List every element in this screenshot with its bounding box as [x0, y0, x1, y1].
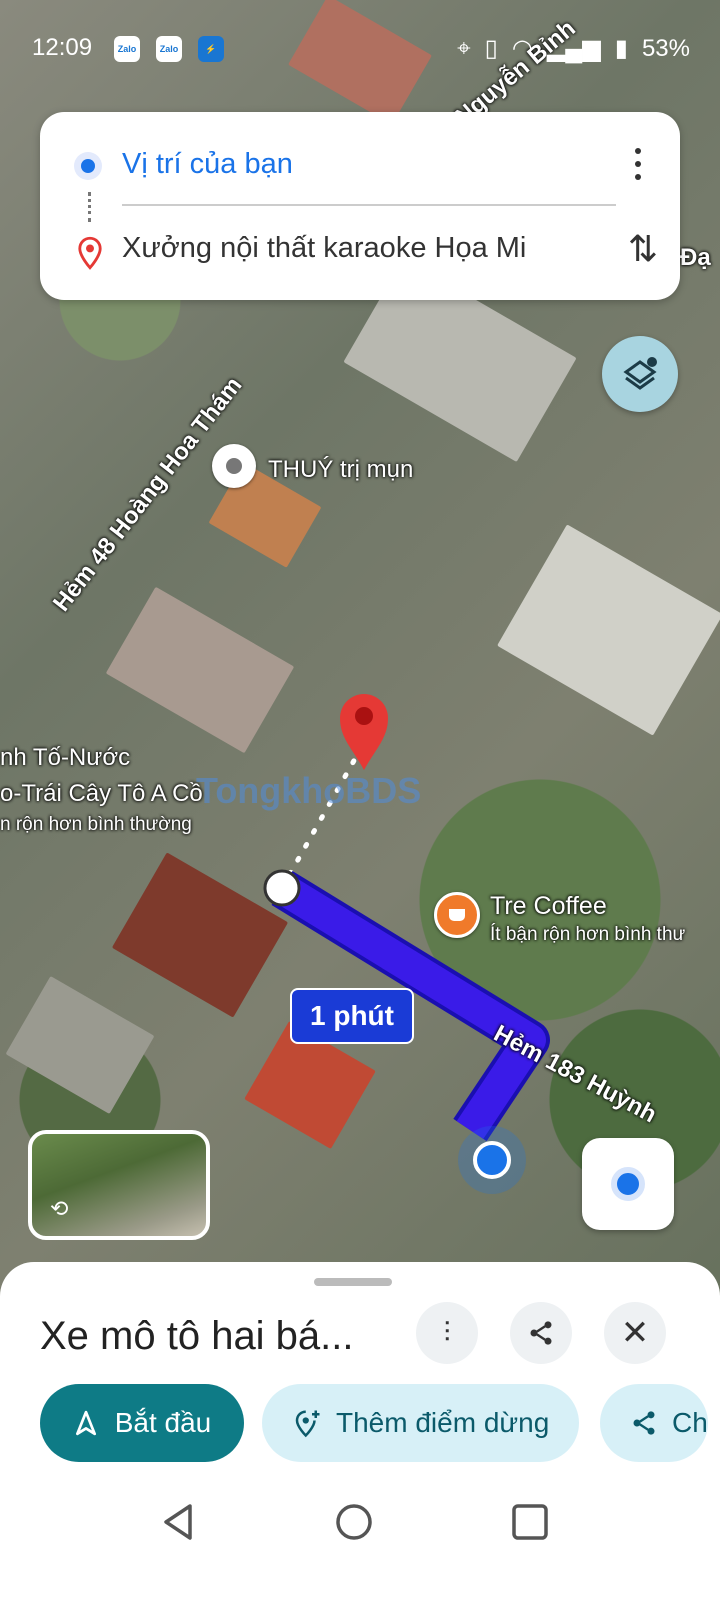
battery-percent: 53% [641, 34, 690, 62]
poi-label[interactable]: o-Trái Cây Tô A Cồ [0, 780, 203, 808]
home-button[interactable] [332, 1500, 376, 1544]
layers-icon [623, 357, 657, 390]
share-icon [530, 1321, 552, 1345]
poi-label[interactable]: nh Tố-Nước [0, 744, 130, 772]
rotate-360-icon: ⟲ [50, 1196, 69, 1221]
add-stop-button[interactable]: Thêm điểm dừng [262, 1384, 580, 1462]
layers-button[interactable] [602, 336, 678, 412]
origin-field[interactable]: Vị trí của bạn [122, 148, 293, 181]
poi-label[interactable]: THUÝ trị mụn [268, 456, 413, 484]
home-circle-icon [336, 1504, 372, 1540]
origin-dot-icon [74, 152, 102, 180]
street-view-thumbnail[interactable]: ⟲ [28, 1130, 210, 1240]
status-icons: ⌖ ▯ ◠ ▂▄▆ ▮ 53% [457, 34, 690, 63]
share-icon [633, 1411, 655, 1435]
destination-pin-center [355, 707, 373, 725]
route-options-button[interactable]: ⫶ [416, 1302, 478, 1364]
start-navigation-button[interactable]: Bắt đầu [40, 1384, 244, 1462]
street-label: Đạ [680, 244, 711, 271]
swap-icon[interactable]: ⇅ [628, 228, 658, 270]
drag-handle[interactable] [314, 1278, 392, 1286]
poi-pin-icon[interactable] [212, 444, 256, 488]
divider [122, 204, 616, 206]
destination-pin-icon [78, 236, 102, 270]
destination-pin-icon[interactable] [340, 694, 388, 770]
my-location-button[interactable] [582, 1138, 674, 1230]
add-location-icon [295, 1410, 320, 1438]
zalo-notification-icon: Zalo [156, 36, 182, 62]
poi-label[interactable]: Tre Coffee [490, 892, 607, 921]
recents-button[interactable] [508, 1500, 552, 1544]
recents-square-icon [512, 1504, 548, 1540]
share-route-button[interactable]: Ch [600, 1384, 708, 1462]
add-stop-label: Thêm điểm dừng [336, 1407, 550, 1438]
signal-icon: ▂▄▆ [546, 35, 601, 62]
location-icon: ⌖ [457, 34, 471, 62]
battery-icon: ▮ [614, 35, 628, 62]
tune-icon: ⫶ [443, 1316, 451, 1348]
close-icon: ✕ [620, 1314, 650, 1352]
vibrate-icon: ▯ [484, 35, 498, 62]
route-duration-badge[interactable]: 1 phút [290, 988, 414, 1044]
directions-card: Vị trí của bạn Xưởng nội thất karaoke Họ… [40, 112, 680, 300]
share-button[interactable] [510, 1302, 572, 1364]
zalo-notification-icon: Zalo [114, 36, 140, 62]
current-location-dot [473, 1141, 511, 1179]
share-route-label: Ch [672, 1407, 708, 1438]
close-button[interactable]: ✕ [604, 1302, 666, 1364]
shield-icon: ⚡ [198, 36, 224, 62]
coffee-cup-icon[interactable] [434, 892, 480, 938]
route-waypoint [263, 869, 301, 907]
system-navigation-bar [0, 1480, 720, 1600]
connector-dots [88, 192, 93, 222]
destination-field[interactable]: Xưởng nội thất karaoke Họa Mi [122, 232, 526, 265]
start-label: Bắt đầu [114, 1407, 212, 1438]
poi-status: Ít bận rộn hơn bình thư [490, 924, 686, 945]
back-button[interactable] [156, 1500, 200, 1544]
status-bar: 12:09 Zalo Zalo ⚡ ⌖ ▯ ◠ ▂▄▆ ▮ 53% [0, 0, 720, 90]
sheet-title: Xe mô tô hai bá... [40, 1314, 354, 1358]
more-options-button[interactable] [626, 144, 650, 184]
more-vert-icon [635, 147, 641, 154]
poi-status: n rộn hơn bình thường [0, 814, 192, 835]
watermark: TongkhoBDS [196, 770, 422, 811]
navigation-arrow-icon [75, 1410, 96, 1436]
wifi-icon: ◠ [511, 35, 533, 62]
back-triangle-icon [164, 1504, 192, 1540]
status-time: 12:09 [32, 34, 93, 61]
